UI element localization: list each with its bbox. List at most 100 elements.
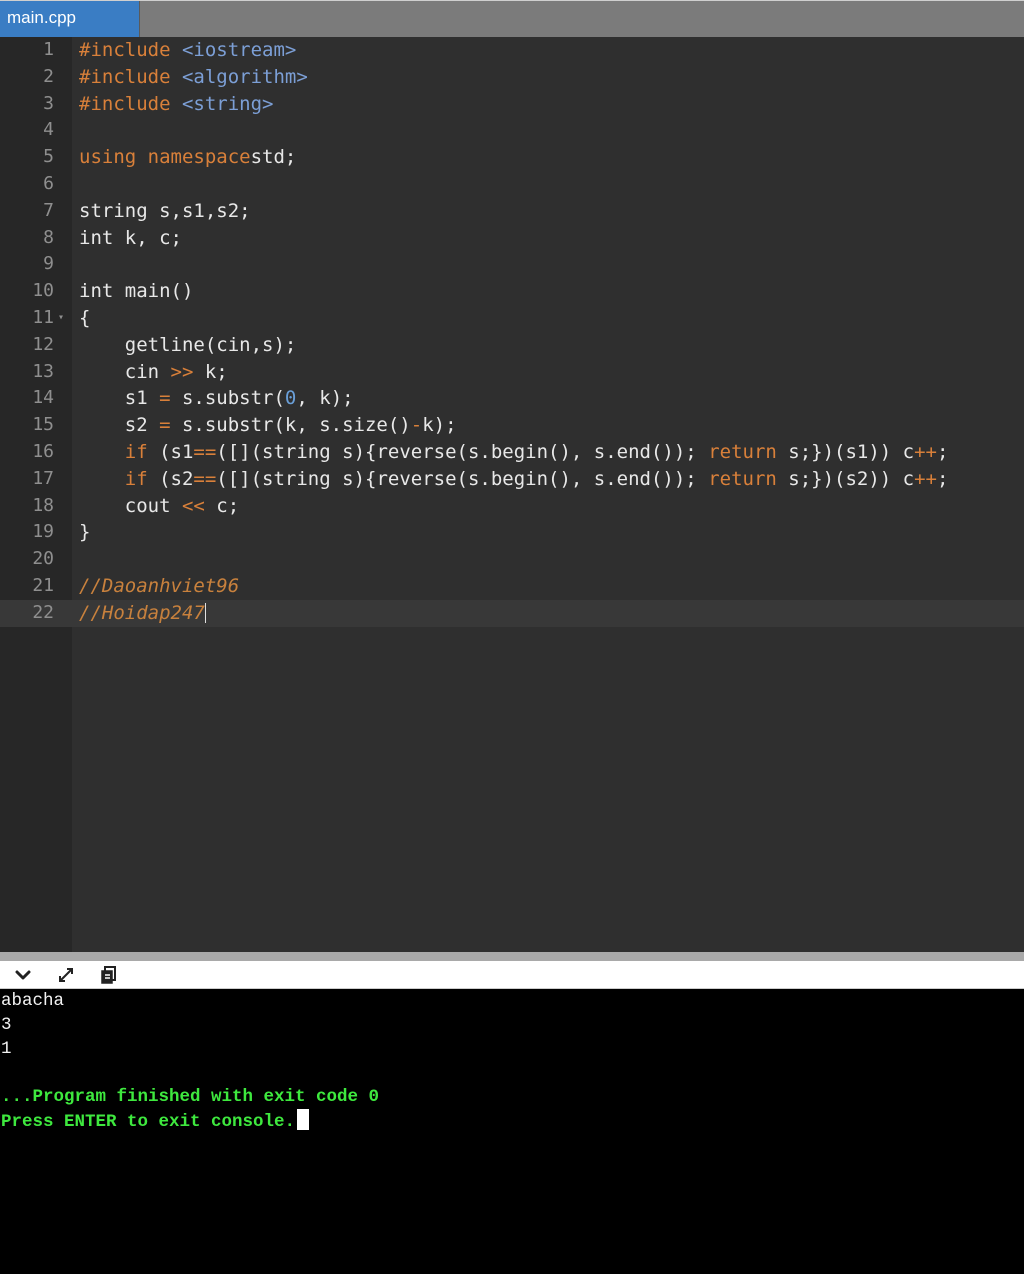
copy-icon <box>101 966 116 984</box>
code-text: //Daoanhviet96 <box>79 573 239 600</box>
code-token: <iostream> <box>181 39 297 61</box>
console-toolbar <box>0 961 1024 989</box>
code-token: <algorithm> <box>181 65 308 88</box>
code-line[interactable]: 7 string s,s1,s2; <box>0 198 1024 225</box>
code-token: //Hoidap247 <box>79 601 205 624</box>
code-line[interactable]: 11 ▾ { <box>0 305 1024 332</box>
code-text: cin >> k; <box>79 359 228 386</box>
code-text: #include <iostream> <box>79 37 296 64</box>
code-line[interactable]: 1 #include <iostream> <box>0 37 1024 64</box>
code-line[interactable]: 18 cout << c; <box>0 493 1024 520</box>
code-text: int main() <box>79 278 193 305</box>
code-text: s1 = s.substr(0, k); <box>79 385 354 412</box>
code-lines[interactable]: 1 #include <iostream> 2 #include <algorithm… <box>0 37 1024 627</box>
code-line[interactable]: 2 #include <algorithm> <box>0 64 1024 91</box>
code-token: int k, c; <box>79 226 182 249</box>
code-line[interactable]: 5 using namespacestd; <box>0 144 1024 171</box>
code-token: k); <box>422 414 457 437</box>
tab-main-cpp[interactable]: main.cpp <box>0 1 140 37</box>
console-output[interactable]: abacha 3 1 ...Program finished with exit… <box>0 989 1024 1274</box>
code-token: (s2 <box>147 467 194 490</box>
code-text: } <box>79 519 90 546</box>
code-text: s2 = s.substr(k, s.size()-k); <box>79 412 457 439</box>
line-number: 4 <box>43 119 54 141</box>
code-token: ; <box>937 467 949 490</box>
code-editor[interactable]: 1 #include <iostream> 2 #include <algorithm… <box>0 37 1024 952</box>
code-text: if (s2==([](string s){reverse(s.begin(),… <box>79 466 949 493</box>
code-line[interactable]: 13 cin >> k; <box>0 359 1024 386</box>
code-token: int main() <box>79 280 194 303</box>
code-token: ; <box>937 440 949 463</box>
code-token: //Daoanhviet96 <box>79 574 240 597</box>
line-number: 17 <box>32 467 54 489</box>
collapse-console-button[interactable] <box>9 964 37 986</box>
code-text: int k, c; <box>79 225 182 252</box>
code-text: //Hoidap247 <box>79 600 206 627</box>
code-token: <string> <box>181 92 274 115</box>
code-line[interactable]: 12 getline(cin,s); <box>0 332 1024 359</box>
fold-toggle-icon[interactable]: ▾ <box>58 305 64 332</box>
line-number: 2 <box>43 65 54 87</box>
code-text: #include <algorithm> <box>79 64 308 91</box>
code-line[interactable]: 19} <box>0 519 1024 546</box>
console-line: abacha <box>1 991 65 1011</box>
code-line[interactable]: 6 <box>0 171 1024 198</box>
code-line[interactable]: 21 //Daoanhviet96 <box>0 573 1024 600</box>
line-number: 20 <box>32 548 54 570</box>
line-number: 14 <box>32 387 54 409</box>
code-line[interactable]: 15 s2 = s.substr(k, s.size()-k); <box>0 412 1024 439</box>
maximize-console-button[interactable] <box>52 964 80 986</box>
line-number: 7 <box>43 199 54 221</box>
code-text: cout << c; <box>79 493 239 520</box>
code-token: >> <box>170 360 194 383</box>
line-number: 19 <box>32 521 54 543</box>
copy-output-button[interactable] <box>95 964 123 986</box>
code-token: ([](string s){reverse(s.begin(), s.end()… <box>216 467 709 490</box>
text-cursor <box>204 603 206 624</box>
code-text: { <box>79 305 90 332</box>
code-token: - <box>410 414 423 437</box>
code-text: if (s1==([](string s){reverse(s.begin(),… <box>79 439 949 466</box>
code-token: #include <box>79 92 182 115</box>
code-line[interactable]: 10 int main() <box>0 278 1024 305</box>
code-token: s1 <box>79 387 160 410</box>
code-text: #include <string> <box>79 91 273 118</box>
code-token: (s1 <box>147 440 194 463</box>
tab-bar: main.cpp <box>0 0 1024 37</box>
code-token: = <box>159 414 171 437</box>
code-line[interactable]: 8 int k, c; <box>0 225 1024 252</box>
code-token: k; <box>193 360 228 383</box>
code-line[interactable]: 22 //Hoidap247 <box>0 599 1024 627</box>
code-line[interactable]: 20 <box>0 546 1024 573</box>
panel-splitter[interactable] <box>0 952 1024 961</box>
code-token: s2 <box>79 414 160 437</box>
code-token: 0 <box>284 387 297 410</box>
code-line[interactable]: 3 #include <string> <box>0 91 1024 118</box>
exit-prompt-text: Press ENTER to exit console. <box>1 1112 296 1132</box>
code-token: ++ <box>914 440 937 463</box>
line-number: 13 <box>32 360 54 382</box>
console-line: 3 <box>1 1015 12 1035</box>
code-line[interactable]: 9 <box>0 251 1024 278</box>
line-number: 1 <box>43 39 54 60</box>
code-line[interactable]: 4 <box>0 117 1024 144</box>
code-line[interactable]: 14 s1 = s.substr(0, k); <box>0 385 1024 412</box>
line-number: 11 <box>32 306 54 328</box>
code-token: #include <box>79 65 182 88</box>
code-token: == <box>193 440 217 463</box>
code-token: << <box>181 494 205 517</box>
code-line[interactable]: 16 if (s1==([](string s){reverse(s.begin… <box>0 439 1024 466</box>
line-number: 16 <box>32 440 54 462</box>
line-number: 15 <box>32 414 54 436</box>
line-number: 8 <box>43 226 54 248</box>
code-token: } <box>79 521 91 544</box>
code-token: #include <box>79 39 182 61</box>
line-number: 21 <box>32 574 54 596</box>
line-number: 10 <box>32 280 54 302</box>
code-token: getline(cin,s); <box>79 333 297 356</box>
code-line[interactable]: 17 if (s2==([](string s){reverse(s.begin… <box>0 466 1024 493</box>
code-token: if <box>79 440 148 463</box>
code-text: string s,s1,s2; <box>79 198 251 225</box>
code-token: s.substr(k, s.size() <box>170 414 411 437</box>
